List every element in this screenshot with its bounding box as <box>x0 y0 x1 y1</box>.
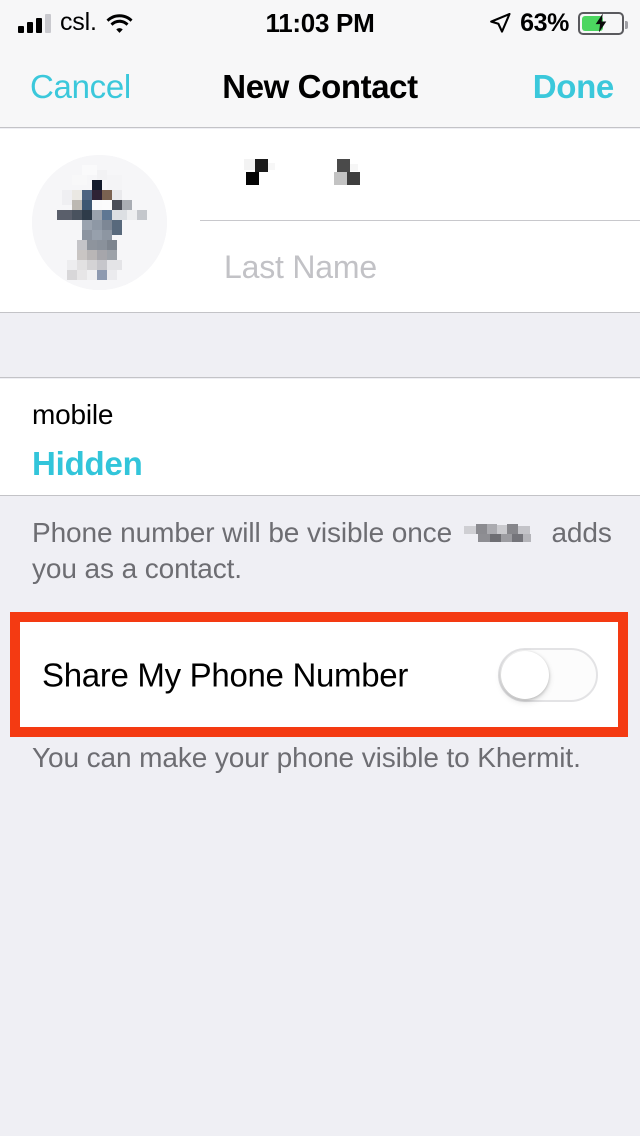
avatar-pixelated-photo <box>32 155 167 290</box>
share-phone-number-toggle[interactable] <box>498 647 598 702</box>
battery-percent-label: 63% <box>520 8 569 37</box>
redacted-contact-name <box>463 522 540 544</box>
avatar[interactable] <box>32 155 167 290</box>
iphone-screen: csl. 11:03 PM 63% Cancel New Contact Don… <box>0 0 640 1136</box>
share-phone-number-label: Share My Phone Number <box>42 656 409 693</box>
highlight-annotation-box: Share My Phone Number <box>10 612 628 737</box>
share-phone-footnote-text: You can make your phone visible to Kherm… <box>32 742 581 773</box>
footnote-text-before: Phone number will be visible once <box>32 517 453 548</box>
clock-label: 11:03 PM <box>265 8 375 38</box>
status-bar: csl. 11:03 PM 63% <box>0 0 640 46</box>
empty-area <box>0 788 640 1136</box>
last-name-field[interactable]: Last Name <box>200 221 640 313</box>
share-phone-footnote: You can make your phone visible to Kherm… <box>0 738 640 788</box>
phone-type-label[interactable]: mobile <box>32 401 113 429</box>
contact-name-section: Last Name <box>0 129 640 313</box>
name-field-group: Last Name <box>200 129 640 313</box>
first-name-redacted-value <box>224 157 374 189</box>
first-name-field[interactable] <box>200 129 640 221</box>
battery-charging-icon <box>578 11 628 35</box>
status-bar-right: 63% <box>489 0 628 46</box>
share-phone-number-row[interactable]: Share My Phone Number <box>20 622 618 727</box>
section-spacer <box>0 314 640 378</box>
phone-visibility-footnote: Phone number will be visible once adds y… <box>0 497 640 612</box>
last-name-placeholder: Last Name <box>224 249 377 285</box>
location-arrow-icon <box>489 12 511 34</box>
phone-number-value[interactable]: Hidden <box>32 447 143 480</box>
toggle-knob <box>501 650 549 699</box>
phone-number-section[interactable]: mobile Hidden <box>0 379 640 496</box>
done-button[interactable]: Done <box>533 70 615 103</box>
navigation-bar: Cancel New Contact Done <box>0 46 640 128</box>
